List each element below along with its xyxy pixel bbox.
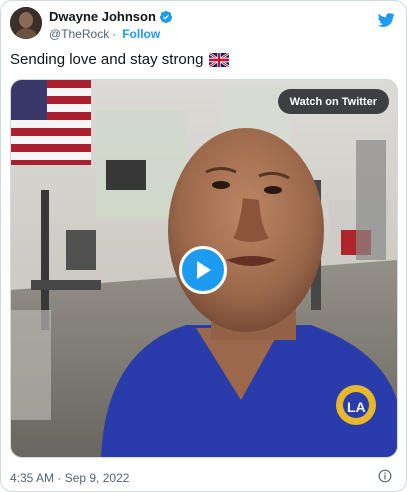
display-name-row: Dwayne Johnson (49, 8, 173, 25)
avatar[interactable] (10, 7, 42, 39)
tweet-header: Dwayne Johnson @TheRock · Follow (10, 5, 398, 45)
twitter-bird-icon[interactable] (376, 11, 396, 29)
avatar-image (10, 7, 42, 39)
handle-row: @TheRock · Follow (49, 26, 173, 42)
tweet-card: Dwayne Johnson @TheRock · Follow Sending… (0, 0, 407, 492)
follow-button[interactable]: Follow (122, 27, 160, 41)
tweet-footer: 4:35 AM · Sep 9, 2022 (10, 469, 396, 485)
author-info: Dwayne Johnson @TheRock · Follow (49, 8, 173, 42)
play-button[interactable] (179, 246, 227, 294)
timestamp[interactable]: 4:35 AM · Sep 9, 2022 (10, 471, 129, 485)
video-player[interactable]: LA Watch on Twitter (10, 79, 398, 458)
play-icon (197, 261, 211, 279)
info-icon[interactable] (378, 469, 392, 483)
author-handle[interactable]: @TheRock (49, 27, 109, 41)
verified-badge-icon (159, 10, 173, 23)
separator-dot: · (112, 27, 117, 41)
tweet-text: Sending love and stay strong (10, 51, 230, 68)
watch-on-twitter-button[interactable]: Watch on Twitter (277, 89, 389, 114)
uk-flag-icon (209, 52, 230, 67)
display-name[interactable]: Dwayne Johnson (49, 9, 156, 24)
tweet-body: Sending love and stay strong (10, 51, 204, 68)
